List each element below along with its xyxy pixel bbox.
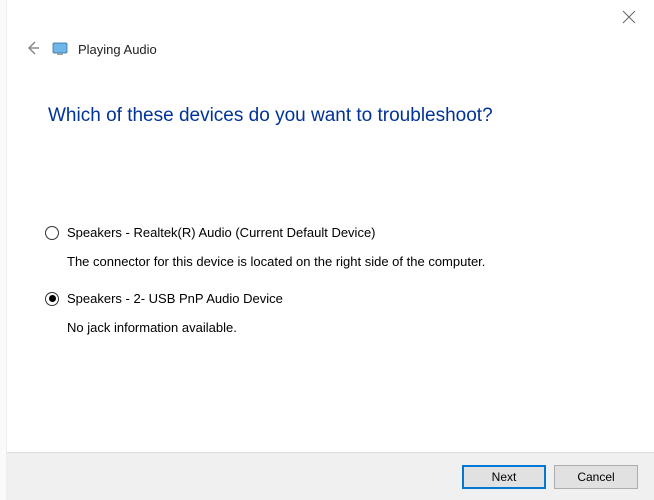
troubleshooter-icon [52, 41, 68, 57]
wizard-footer: Next Cancel [7, 452, 654, 500]
window-edge-artifact [0, 0, 7, 500]
page-heading: Which of these devices do you want to tr… [48, 105, 493, 127]
device-option-label: Speakers - Realtek(R) Audio (Current Def… [67, 225, 376, 240]
back-button[interactable] [24, 40, 42, 58]
cancel-button[interactable]: Cancel [554, 465, 638, 489]
close-icon [622, 13, 636, 27]
next-button[interactable]: Next [462, 465, 546, 489]
device-option-description: The connector for this device is located… [67, 254, 624, 269]
radio-icon [45, 226, 59, 240]
device-option-label: Speakers - 2- USB PnP Audio Device [67, 291, 283, 306]
wizard-header: Playing Audio [24, 40, 157, 58]
close-button[interactable] [622, 10, 636, 24]
device-options: Speakers - Realtek(R) Audio (Current Def… [45, 225, 624, 357]
radio-icon [45, 292, 59, 306]
device-option[interactable]: Speakers - 2- USB PnP Audio Device [45, 291, 624, 306]
device-option-description: No jack information available. [67, 320, 624, 335]
device-option[interactable]: Speakers - Realtek(R) Audio (Current Def… [45, 225, 624, 240]
back-arrow-icon [25, 40, 41, 59]
wizard-title: Playing Audio [78, 42, 157, 57]
